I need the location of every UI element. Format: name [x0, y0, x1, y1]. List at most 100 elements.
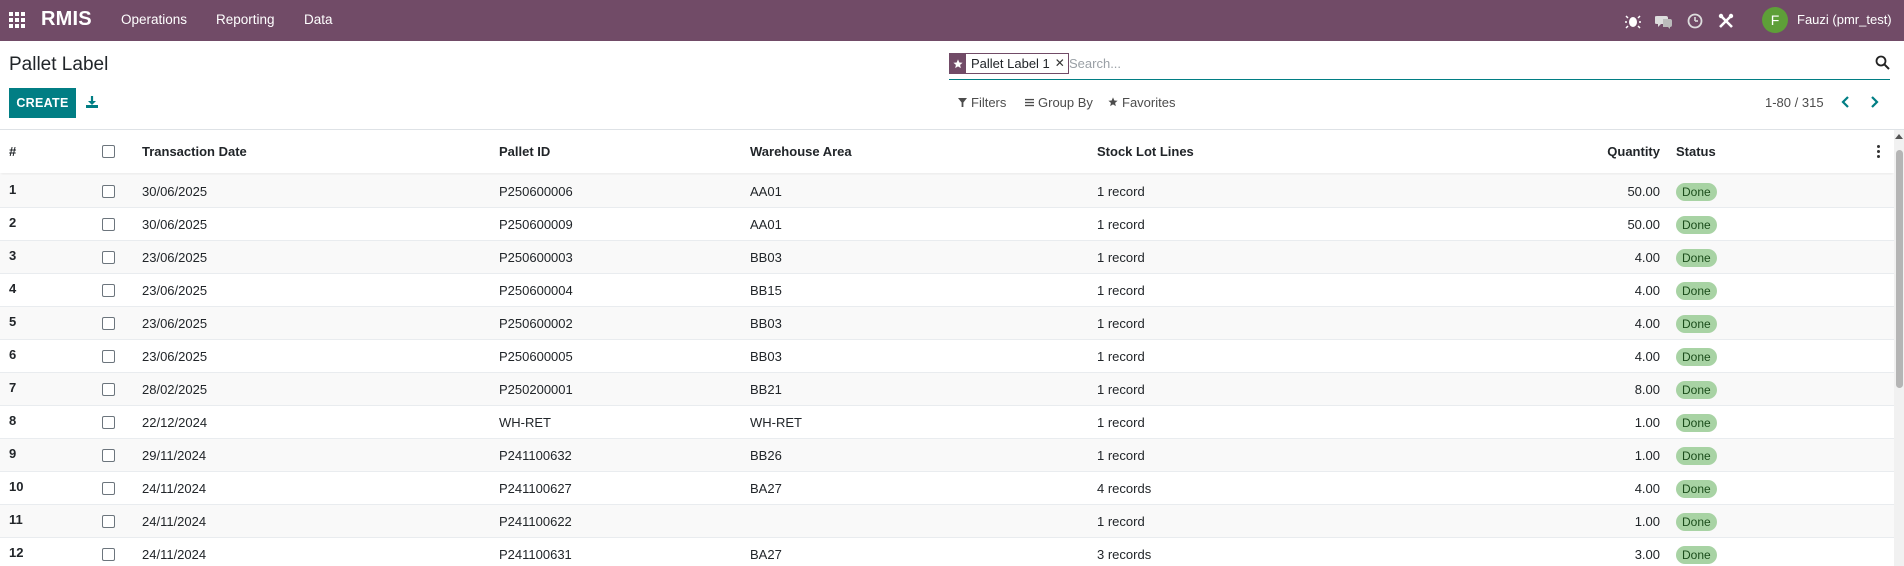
- list-header: # Transaction Date Pallet ID Warehouse A…: [0, 130, 1894, 173]
- search-facet[interactable]: Pallet Label 1 ✕: [949, 53, 1069, 74]
- filters-label: Filters: [971, 95, 1007, 110]
- bars-icon: [1025, 95, 1034, 110]
- row-checkbox[interactable]: [102, 482, 115, 495]
- column-header-warehouse-area[interactable]: Warehouse Area: [750, 144, 852, 159]
- row-number: 7: [9, 380, 17, 395]
- pager-next-icon[interactable]: [1868, 95, 1880, 109]
- filters-button[interactable]: Filters: [958, 95, 1006, 110]
- table-row[interactable]: 4 23/06/2025 P250600004 BB15 1 record 4.00 Don…: [0, 274, 1894, 307]
- cell-transaction-date: 22/12/2024: [142, 415, 208, 430]
- cell-warehouse-area: BA27: [750, 481, 782, 496]
- table-row[interactable]: 10 24/11/2024 P241100627 BA27 4 records 4.00 D…: [0, 472, 1894, 505]
- cell-pallet-id: P250200001: [499, 382, 573, 397]
- row-checkbox[interactable]: [102, 350, 115, 363]
- row-checkbox[interactable]: [102, 251, 115, 264]
- table-row[interactable]: 11 24/11/2024 P241100622 1 record 1.00 Done: [0, 505, 1894, 538]
- cell-transaction-date: 28/02/2025: [142, 382, 208, 397]
- column-header-transaction-date[interactable]: Transaction Date: [142, 144, 247, 159]
- row-checkbox[interactable]: [102, 185, 115, 198]
- user-menu-name[interactable]: Fauzi (pmr_test): [1797, 12, 1892, 27]
- list-body: 1 30/06/2025 P250600006 AA01 1 record 50.00 Do…: [0, 175, 1894, 566]
- download-icon[interactable]: [85, 95, 99, 109]
- cell-quantity: 1.00: [1634, 415, 1660, 430]
- status-badge: Done: [1676, 381, 1717, 399]
- row-checkbox[interactable]: [102, 383, 115, 396]
- tools-icon[interactable]: [1717, 12, 1735, 30]
- cell-stock-lot-lines: 3 records: [1097, 547, 1152, 562]
- group-by-button[interactable]: Group By: [1025, 95, 1093, 110]
- cell-pallet-id: P241100632: [499, 448, 572, 463]
- row-checkbox[interactable]: [102, 548, 115, 561]
- bug-icon[interactable]: [1624, 12, 1642, 30]
- scrollbar-thumb[interactable]: [1896, 150, 1903, 388]
- pager-value[interactable]: 1-80 / 315: [1765, 95, 1824, 110]
- cell-stock-lot-lines: 4 records: [1097, 481, 1152, 496]
- search-icon[interactable]: [1875, 55, 1890, 70]
- cell-stock-lot-lines: 1 record: [1097, 316, 1145, 331]
- table-row[interactable]: 1 30/06/2025 P250600006 AA01 1 record 50.00 Do…: [0, 175, 1894, 208]
- table-row[interactable]: 8 22/12/2024 WH-RET WH-RET 1 record 1.00 Done: [0, 406, 1894, 439]
- pager-previous-icon[interactable]: [1840, 95, 1852, 109]
- table-row[interactable]: 5 23/06/2025 P250600002 BB03 1 record 4.00 Don…: [0, 307, 1894, 340]
- row-checkbox[interactable]: [102, 416, 115, 429]
- status-badge: Done: [1676, 216, 1717, 234]
- table-row[interactable]: 6 23/06/2025 P250600005 BB03 1 record 4.00 Don…: [0, 340, 1894, 373]
- status-badge: Done: [1676, 249, 1717, 267]
- cell-transaction-date: 29/11/2024: [142, 448, 207, 463]
- row-checkbox[interactable]: [102, 284, 115, 297]
- table-row[interactable]: 12 24/11/2024 P241100631 BA27 3 records 3.00 D…: [0, 538, 1894, 566]
- status-badge: Done: [1676, 513, 1717, 531]
- facet-remove-icon[interactable]: ✕: [1055, 54, 1068, 73]
- table-row[interactable]: 2 30/06/2025 P250600009 AA01 1 record 50.00 Do…: [0, 208, 1894, 241]
- select-all-checkbox[interactable]: [102, 145, 115, 158]
- table-row[interactable]: 7 28/02/2025 P250200001 BB21 1 record 8.00 Don…: [0, 373, 1894, 406]
- row-number: 1: [9, 182, 17, 197]
- cell-pallet-id: P250600005: [499, 349, 573, 364]
- table-row[interactable]: 3 23/06/2025 P250600003 BB03 1 record 4.00 Don…: [0, 241, 1894, 274]
- cell-quantity: 4.00: [1634, 349, 1660, 364]
- row-checkbox[interactable]: [102, 449, 115, 462]
- app-brand[interactable]: RMIS: [41, 8, 92, 31]
- row-number: 8: [9, 413, 17, 428]
- user-avatar[interactable]: F: [1762, 7, 1788, 33]
- column-header-stock-lot-lines[interactable]: Stock Lot Lines: [1097, 144, 1194, 159]
- status-badge: Done: [1676, 183, 1717, 201]
- optional-columns-icon[interactable]: [1877, 145, 1881, 159]
- row-number: 10: [9, 479, 24, 494]
- apps-grid-icon[interactable]: [9, 12, 25, 28]
- clock-icon[interactable]: [1686, 12, 1704, 30]
- cell-quantity: 1.00: [1634, 514, 1660, 529]
- row-checkbox[interactable]: [102, 515, 115, 528]
- column-header-status[interactable]: Status: [1676, 144, 1716, 159]
- row-checkbox[interactable]: [102, 218, 115, 231]
- column-header-pallet-id[interactable]: Pallet ID: [499, 144, 550, 159]
- cell-warehouse-area: BB21: [750, 382, 782, 397]
- table-row[interactable]: 9 29/11/2024 P241100632 BB26 1 record 1.00 Don…: [0, 439, 1894, 472]
- row-number: 3: [9, 248, 17, 263]
- cell-quantity: 1.00: [1634, 448, 1660, 463]
- cell-pallet-id: P241100631: [499, 547, 572, 562]
- create-button[interactable]: CREATE: [9, 88, 76, 118]
- cell-quantity: 4.00: [1634, 250, 1660, 265]
- cell-stock-lot-lines: 1 record: [1097, 250, 1145, 265]
- star-icon: [1108, 95, 1118, 110]
- menu-reporting[interactable]: Reporting: [216, 12, 275, 27]
- chat-icon[interactable]: [1655, 12, 1673, 30]
- menu-operations[interactable]: Operations: [121, 12, 187, 27]
- row-number: 5: [9, 314, 17, 329]
- row-checkbox[interactable]: [102, 317, 115, 330]
- cell-transaction-date: 24/11/2024: [142, 547, 207, 562]
- cell-stock-lot-lines: 1 record: [1097, 382, 1145, 397]
- cell-pallet-id: WH-RET: [499, 415, 551, 430]
- search-input[interactable]: [1069, 53, 1849, 73]
- star-icon: [950, 54, 966, 73]
- column-header-quantity[interactable]: Quantity: [1540, 144, 1660, 159]
- status-badge: Done: [1676, 546, 1717, 564]
- menu-data[interactable]: Data: [304, 12, 333, 27]
- cell-stock-lot-lines: 1 record: [1097, 184, 1145, 199]
- cell-stock-lot-lines: 1 record: [1097, 217, 1145, 232]
- cell-transaction-date: 24/11/2024: [142, 514, 207, 529]
- favorites-button[interactable]: Favorites: [1108, 95, 1175, 110]
- scroll-up-icon[interactable]: [1895, 134, 1903, 139]
- cell-stock-lot-lines: 1 record: [1097, 514, 1145, 529]
